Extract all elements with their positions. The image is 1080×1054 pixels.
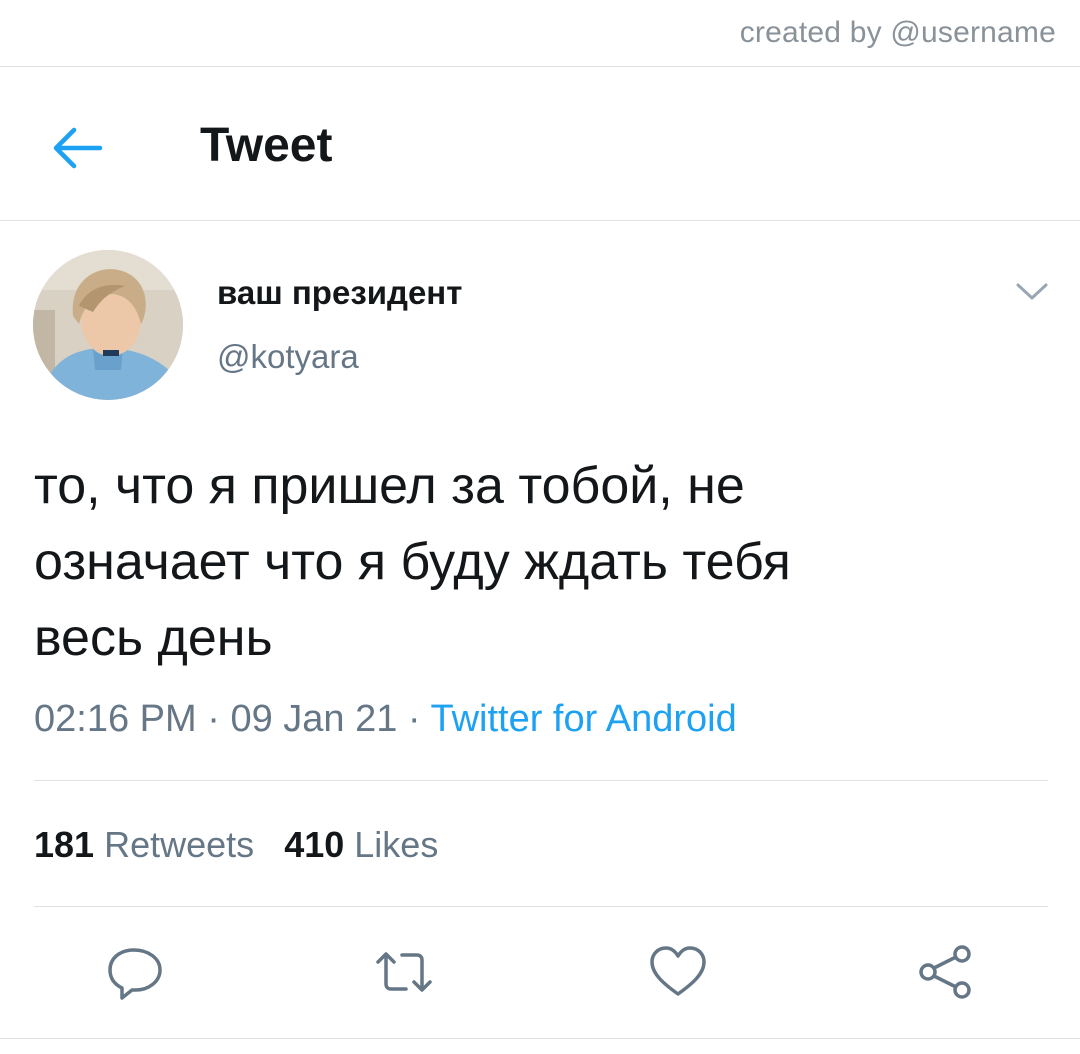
likes-stat[interactable]: 410 Likes (284, 824, 438, 865)
tweet-date: 09 Jan 21 (230, 698, 398, 740)
author-display-name[interactable]: ваш президент (217, 274, 462, 312)
back-button[interactable] (50, 126, 104, 170)
share-button[interactable] (912, 940, 976, 1004)
tweet-text-line: весь день (34, 609, 273, 667)
retweets-label: Retweets (104, 824, 255, 865)
likes-count: 410 (284, 824, 345, 865)
retweet-button[interactable] (372, 940, 436, 1004)
more-options-button[interactable] (1014, 280, 1050, 304)
tweet-text: то, что я пришел за тобой, не означает ч… (34, 448, 1044, 676)
author-handle[interactable]: @kotyara (217, 338, 359, 376)
chevron-down-icon (1016, 283, 1048, 300)
tweet-text-line: то, что я пришел за тобой, не (34, 457, 745, 515)
page-title: Tweet (200, 119, 333, 172)
retweet-icon (376, 952, 432, 992)
watermark-credit: created by @username (739, 16, 1056, 49)
tweet-text-line: означает что я буду ждать тебя (34, 533, 791, 591)
share-icon (919, 945, 971, 999)
stats-divider (34, 906, 1048, 907)
meta-separator: · (407, 698, 421, 740)
retweets-stat[interactable]: 181 Retweets (34, 824, 254, 865)
tweet-time: 02:16 PM (34, 698, 197, 740)
user-avatar-photo (33, 250, 183, 400)
bottom-divider (0, 1038, 1080, 1039)
arrow-left-icon (53, 127, 103, 169)
tweet-stats: 181 Retweets 410 Likes (34, 824, 438, 866)
tweet-source-link[interactable]: Twitter for Android (430, 698, 736, 740)
heart-icon (650, 946, 706, 996)
tweet-metadata: 02:16 PM · 09 Jan 21 · Twitter for Andro… (34, 698, 737, 741)
likes-label: Likes (354, 824, 439, 865)
like-button[interactable] (646, 940, 710, 1004)
avatar[interactable] (33, 250, 183, 400)
watermark-divider (0, 66, 1080, 67)
reply-icon (108, 948, 162, 1000)
retweets-count: 181 (34, 824, 95, 865)
header-divider (0, 220, 1080, 221)
reply-button[interactable] (104, 940, 168, 1004)
meta-separator: · (207, 698, 220, 740)
meta-divider (34, 780, 1048, 781)
